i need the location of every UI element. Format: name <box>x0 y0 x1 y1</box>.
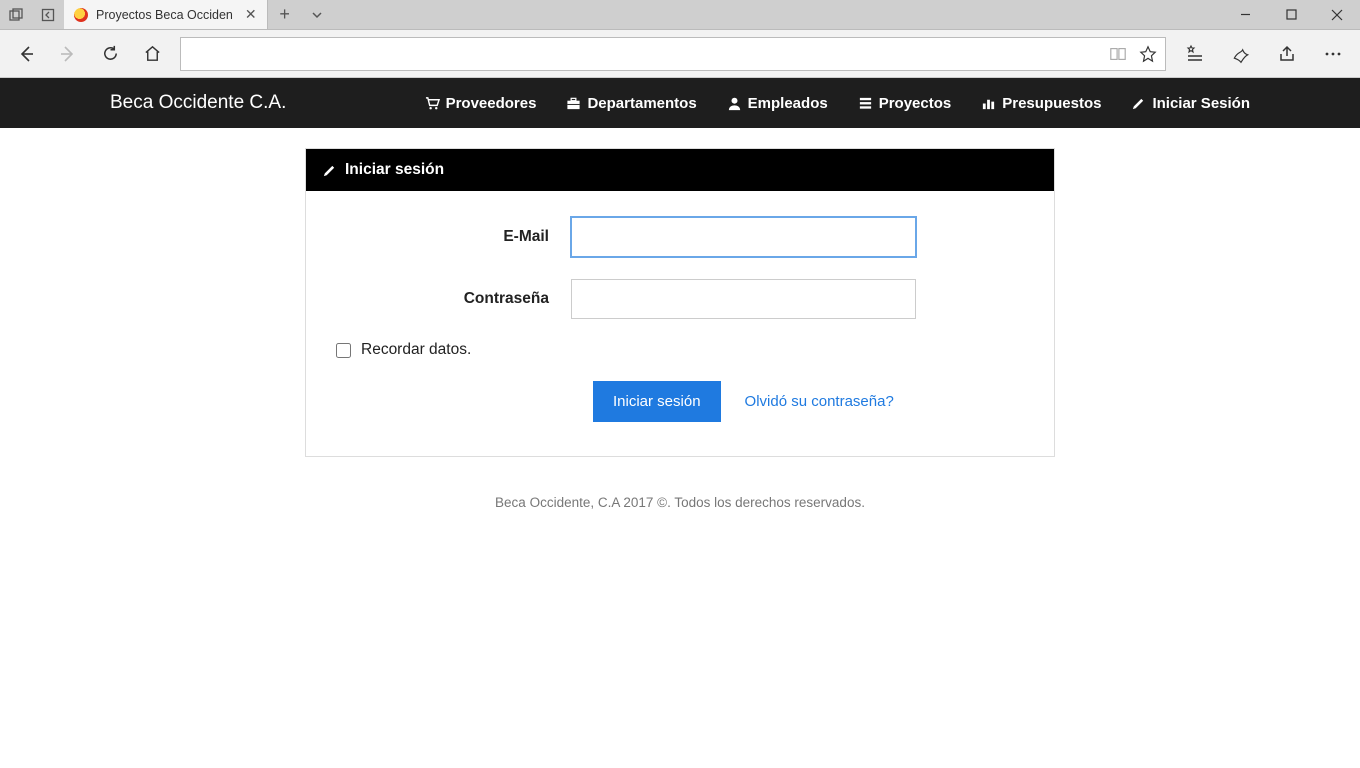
nav-empleados[interactable]: Empleados <box>727 95 828 112</box>
password-row: Contraseña <box>336 279 1024 319</box>
home-button[interactable] <box>132 34 172 74</box>
password-input[interactable] <box>571 279 916 319</box>
tab-chevron-icon[interactable] <box>302 0 332 29</box>
favorite-star-icon[interactable] <box>1139 45 1157 63</box>
email-input[interactable] <box>571 217 916 257</box>
password-label: Contraseña <box>336 290 571 308</box>
nav-proyectos[interactable]: Proyectos <box>858 95 952 112</box>
email-label: E-Mail <box>336 228 571 246</box>
list-icon <box>858 96 873 111</box>
refresh-button[interactable] <box>90 34 130 74</box>
nav-label: Proveedores <box>446 95 537 112</box>
forward-button[interactable] <box>48 34 88 74</box>
favicon-icon <box>74 8 88 22</box>
pencil-icon <box>1131 96 1146 111</box>
browser-chrome: Proyectos Beca Occiden ✕ + <box>0 0 1360 78</box>
remember-checkbox[interactable] <box>336 343 351 358</box>
nav-label: Presupuestos <box>1002 95 1101 112</box>
share-icon[interactable] <box>1266 34 1308 74</box>
brand-title[interactable]: Beca Occidente C.A. <box>110 92 286 114</box>
forgot-password-link[interactable]: Olvidó su contraseña? <box>745 393 894 410</box>
nav-presupuestos[interactable]: Presupuestos <box>981 95 1101 112</box>
nav-departamentos[interactable]: Departamentos <box>566 95 696 112</box>
set-aside-icon[interactable] <box>32 0 64 29</box>
tab-preview-icon[interactable] <box>0 0 32 29</box>
email-row: E-Mail <box>336 217 1024 257</box>
browser-nav-row <box>0 30 1360 78</box>
nav-label: Empleados <box>748 95 828 112</box>
nav-iniciar-sesion[interactable]: Iniciar Sesión <box>1131 95 1250 112</box>
footer-text: Beca Occidente, C.A 2017 ©. Todos los de… <box>0 495 1360 510</box>
nav-items: Proveedores Departamentos Empleados Proy… <box>425 95 1250 112</box>
submit-button[interactable]: Iniciar sesión <box>593 381 721 422</box>
app-navbar: Beca Occidente C.A. Proveedores Departam… <box>0 78 1360 128</box>
address-bar-icons <box>1109 45 1157 63</box>
more-icon[interactable] <box>1312 34 1354 74</box>
user-icon <box>727 96 742 111</box>
panel-header: Iniciar sesión <box>306 149 1054 191</box>
nav-proveedores[interactable]: Proveedores <box>425 95 537 112</box>
maximize-button[interactable] <box>1268 0 1314 29</box>
pencil-icon <box>322 163 337 178</box>
nav-label: Iniciar Sesión <box>1152 95 1250 112</box>
window-controls <box>1222 0 1360 29</box>
tab-strip: Proyectos Beca Occiden ✕ + <box>0 0 1360 30</box>
nav-label: Departamentos <box>587 95 696 112</box>
tab-title: Proyectos Beca Occiden <box>96 8 233 22</box>
minimize-button[interactable] <box>1222 0 1268 29</box>
favorites-list-icon[interactable] <box>1174 34 1216 74</box>
tab-close-icon[interactable]: ✕ <box>245 6 257 23</box>
new-tab-button[interactable]: + <box>268 0 302 29</box>
bars-icon <box>981 96 996 111</box>
action-row: Iniciar sesión Olvidó su contraseña? <box>593 381 1024 422</box>
back-button[interactable] <box>6 34 46 74</box>
notes-icon[interactable] <box>1220 34 1262 74</box>
remember-label: Recordar datos. <box>361 341 471 359</box>
remember-row: Recordar datos. <box>336 341 1024 359</box>
briefcase-icon <box>566 96 581 111</box>
address-bar[interactable] <box>180 37 1166 71</box>
login-panel: Iniciar sesión E-Mail Contraseña Recorda… <box>305 148 1055 457</box>
reading-view-icon[interactable] <box>1109 45 1127 63</box>
close-window-button[interactable] <box>1314 0 1360 29</box>
panel-body: E-Mail Contraseña Recordar datos. Inicia… <box>306 191 1054 456</box>
panel-title: Iniciar sesión <box>345 161 444 179</box>
cart-icon <box>425 96 440 111</box>
browser-tab[interactable]: Proyectos Beca Occiden ✕ <box>64 0 268 29</box>
browser-right-controls <box>1174 34 1354 74</box>
nav-label: Proyectos <box>879 95 952 112</box>
